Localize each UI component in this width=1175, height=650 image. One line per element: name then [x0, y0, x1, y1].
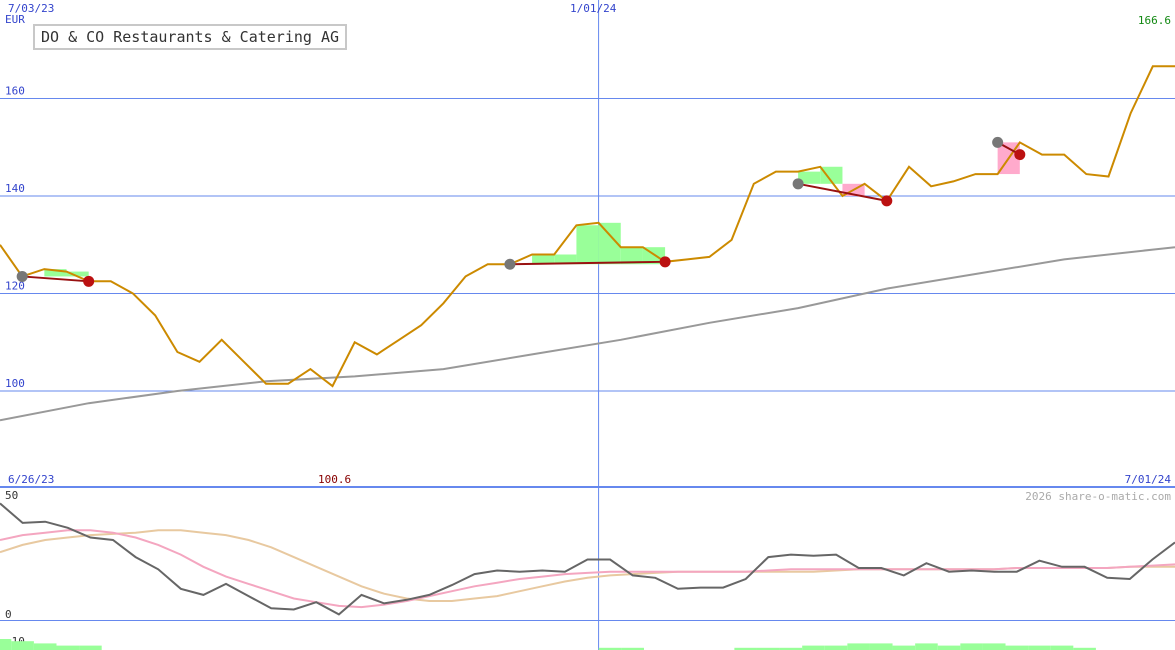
signal-exit-marker: [83, 275, 95, 287]
oscillator-histogram-bar: [960, 643, 983, 650]
oscillator-tick-label: 50: [5, 489, 18, 502]
top-mid-date-label: 1/01/24: [570, 2, 617, 15]
bottom-right-date-label: 7/01/24: [1125, 473, 1172, 486]
moving-average-line: [0, 246, 1175, 422]
oscillator-histogram-bar: [847, 643, 870, 650]
signal-exit-marker: [881, 195, 893, 207]
credit-label: 2026 share-o-matic.com: [1025, 490, 1171, 503]
signal-exit-marker: [1014, 149, 1026, 161]
chart-canvas: 100120140160 -10050 7/03/23 EUR 1/01/24 …: [0, 0, 1175, 650]
currency-label: EUR: [5, 13, 25, 26]
price-tick-label: 140: [5, 182, 25, 195]
oscillator-histogram-bar: [79, 645, 102, 650]
oscillator-histogram-bar: [937, 645, 961, 650]
oscillator-histogram-bar: [1028, 645, 1051, 650]
oscillator-histogram-bar: [33, 643, 57, 650]
oscillator-tick-label: 0: [5, 608, 12, 621]
signal-entry-marker: [992, 136, 1004, 148]
signal-exit-marker: [659, 256, 671, 268]
oscillator-panel: -10050: [0, 486, 1175, 650]
signal-entry-marker: [792, 178, 804, 190]
oscillator-histogram-bar: [1005, 645, 1029, 650]
last-value-label: 166.6: [1138, 14, 1171, 27]
oscillator-histogram-bar: [824, 645, 848, 650]
chart-title: DO & CO Restaurants & Catering AG: [33, 24, 348, 50]
oscillator-histogram-bar: [892, 645, 916, 650]
oscillator-histogram-bar: [11, 641, 34, 650]
bottom-left-date-label: 6/26/23: [8, 473, 54, 486]
oscillator-histogram-bar: [56, 645, 80, 650]
oscillator-histogram-bar: [869, 643, 893, 650]
signal-entry-marker: [504, 258, 516, 270]
oscillator-histogram-bar: [982, 643, 1006, 650]
oscillator-histogram-bar: [1050, 645, 1074, 650]
min-value-label: 100.6: [318, 473, 351, 486]
signal-entry-marker: [16, 270, 28, 282]
oscillator-histogram-bar: [915, 643, 938, 650]
oscillator-histogram-bar: [802, 645, 825, 650]
price-tick-label: 100: [5, 377, 25, 390]
oscillator-histogram-bar: [0, 639, 12, 650]
signal-shading: [576, 225, 599, 265]
price-tick-label: 160: [5, 85, 25, 98]
